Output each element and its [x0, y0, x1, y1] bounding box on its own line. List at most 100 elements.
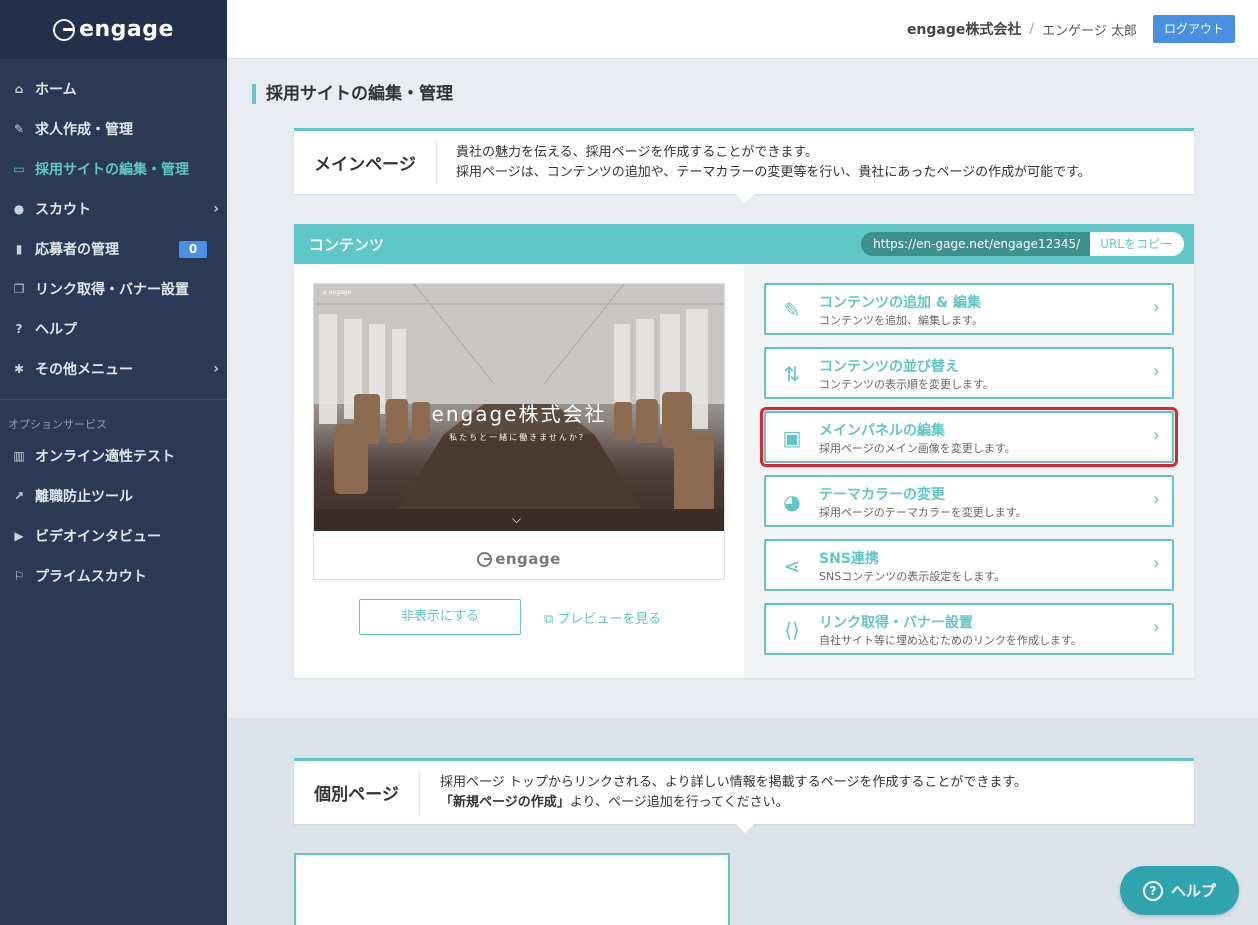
- action-subtitle: コンテンツを追加、編集します。: [819, 314, 983, 327]
- individual-page-label: 個別ページ: [314, 785, 399, 805]
- main-page-label: メインページ: [314, 155, 416, 175]
- new-page-emphasis: 「新規ページの作成」: [440, 795, 570, 810]
- company-name: engage株式会社: [906, 22, 1022, 38]
- action-button[interactable]: ◕ テーマカラーの変更 採用ページのテーマカラーを変更します。 ›: [764, 475, 1174, 527]
- sidebar-item-label: 求人作成・管理: [35, 122, 133, 138]
- action-button[interactable]: ⇅ コンテンツの並び替え コンテンツの表示順を変更します。 ›: [764, 347, 1174, 399]
- engage-logo-icon: [477, 551, 493, 567]
- copy-url-button[interactable]: URLをコピー: [1090, 232, 1184, 256]
- link-file-icon: ❐: [13, 282, 25, 296]
- sidebar-item[interactable]: ✎ 求人作成・管理: [0, 109, 227, 149]
- action-title: コンテンツの並び替え: [819, 359, 959, 375]
- individual-page-info: 個別ページ 採用ページ トップからリンクされる、より詳しい情報を掲載するページを…: [294, 758, 1194, 833]
- sidebar-item-label: その他メニュー: [35, 362, 133, 378]
- user-name: エンゲージ 太郎: [1042, 23, 1137, 39]
- action-button[interactable]: ▣ メインパネルの編集採用ページのメイン画像を変更します。 ›: [760, 407, 1178, 467]
- main-page-section: 採用サイトの編集・管理 メインページ 貴社の魅力を伝える、採用ページを作成するこ…: [227, 60, 1258, 718]
- pointer-arrow: [736, 194, 754, 203]
- main-panel-image: ≡ engage engage株式会社 私たちと一緒に働きませんか？ ⌵: [314, 284, 724, 531]
- sidebar-item[interactable]: ▶ ビデオインタビュー: [0, 516, 227, 556]
- main-page-description: 貴社の魅力を伝える、採用ページを作成することができます。 採用ページは、コンテン…: [456, 143, 1091, 183]
- description-line: 貴社の魅力を伝える、採用ページを作成することができます。: [456, 145, 819, 160]
- main-page-info: メインページ 貴社の魅力を伝える、採用ページを作成することができます。 採用ペー…: [294, 128, 1194, 203]
- action-title: コンテンツの追加 & 編集: [819, 295, 981, 311]
- individual-page-description: 採用ページ トップからリンクされる、より詳しい情報を掲載するページを作成すること…: [440, 773, 1027, 813]
- bar-chart-icon: ▥: [13, 449, 25, 463]
- preview-tagline: 私たちと一緒に働きませんか？: [449, 433, 589, 442]
- home-icon: ⌂: [14, 82, 24, 96]
- action-title: SNS連携: [819, 551, 879, 567]
- gear-icon: ✱: [13, 362, 25, 376]
- url-box: https://en-gage.net/engage12345/ URLをコピー: [861, 232, 1184, 256]
- sidebar-divider: [0, 399, 227, 400]
- preview-link[interactable]: ⧉ プレビューを見る: [544, 608, 661, 627]
- sidebar-item-label: スカウト: [35, 202, 91, 218]
- contents-header: コンテンツ https://en-gage.net/engage12345/ U…: [294, 224, 1194, 264]
- chevron-right-icon: ›: [1152, 361, 1160, 382]
- question-icon: ?: [15, 322, 23, 336]
- site-url[interactable]: https://en-gage.net/engage12345/: [861, 232, 1091, 256]
- logo-text: engage: [79, 17, 174, 42]
- sidebar-item[interactable]: ↗ 離職防止ツール: [0, 476, 227, 516]
- option-services-nav: ▥ オンライン適性テスト ↗ 離職防止ツール ▶ ビデオインタビュー ⚐ プライムスカウト: [0, 436, 227, 596]
- chevron-right-icon: ›: [1152, 425, 1160, 446]
- preview-link-label: プレビューを見る: [557, 612, 662, 627]
- engage-logo-icon: [53, 18, 76, 41]
- line-chart-icon: ↗: [13, 489, 25, 503]
- option-services-heading: オプションサービス: [8, 418, 107, 431]
- new-page-card[interactable]: [294, 853, 730, 925]
- action-button[interactable]: ✎ コンテンツの追加 & 編集 コンテンツを追加、編集します。 ›: [764, 283, 1174, 335]
- help-button-label: ヘルプ: [1170, 882, 1216, 900]
- chevron-down-icon: ⌵: [512, 512, 522, 526]
- sidebar-item-label: オンライン適性テスト: [35, 449, 175, 465]
- logout-button[interactable]: ログアウト: [1152, 15, 1235, 43]
- sidebar-item[interactable]: ⌂ ホーム: [0, 69, 227, 109]
- contents-title: コンテンツ: [309, 236, 385, 254]
- chevron-right-icon: ›: [213, 201, 219, 217]
- panel-icon: ▣: [782, 426, 802, 450]
- site-preview[interactable]: ≡ engage engage株式会社 私たちと一緒に働きませんか？ ⌵ eng…: [313, 283, 725, 580]
- sidebar-item[interactable]: ● スカウト ›: [0, 189, 227, 229]
- page-title: 採用サイトの編集・管理: [252, 84, 453, 104]
- sidebar-item-label: プライムスカウト: [35, 569, 147, 585]
- preview-topbar-text: ≡ engage: [322, 289, 352, 296]
- hide-button[interactable]: 非表示にする: [359, 599, 521, 635]
- share-icon: ⋖: [783, 554, 801, 578]
- applicant-icon: ▮: [15, 242, 23, 256]
- pencil-icon: ✎: [783, 298, 801, 322]
- count-badge: 0: [179, 241, 207, 258]
- sidebar-nav: ⌂ ホーム ✎ 求人作成・管理 ▭ 採用サイトの編集・管理 ● スカウト › ▮ 応募者の管理 0 ❐ リ…: [0, 59, 227, 389]
- person-icon: ●: [13, 202, 25, 216]
- monitor-icon: ▭: [13, 162, 25, 176]
- chevron-right-icon: ›: [213, 361, 219, 377]
- sidebar-item[interactable]: ▥ オンライン適性テスト: [0, 436, 227, 476]
- action-subtitle: SNSコンテンツの表示設定をします。: [819, 570, 1006, 583]
- sidebar-item-label: 離職防止ツール: [35, 489, 133, 505]
- divider: [419, 771, 420, 814]
- action-button[interactable]: ⋖ SNS連携 SNSコンテンツの表示設定をします。 ›: [764, 539, 1174, 591]
- description-line: 採用ページは、コンテンツの追加や、テーマカラーの変更等を行い、貴社にあったページ…: [456, 165, 1091, 180]
- sidebar-item[interactable]: ❐ リンク取得・バナー設置: [0, 269, 227, 309]
- action-subtitle: 採用ページのメイン画像を変更します。: [819, 442, 1016, 455]
- sidebar-item[interactable]: ▭ 採用サイトの編集・管理: [0, 149, 227, 189]
- individual-page-section: 個別ページ 採用ページ トップからリンクされる、より詳しい情報を掲載するページを…: [227, 718, 1258, 925]
- help-button[interactable]: ? ヘルプ: [1120, 866, 1239, 915]
- sidebar-item-label: ホーム: [35, 82, 77, 98]
- sidebar-item[interactable]: ✱ その他メニュー ›: [0, 349, 227, 389]
- engage-logo[interactable]: engage: [0, 0, 227, 59]
- edit-icon: ✎: [13, 122, 25, 136]
- chevron-right-icon: ›: [1152, 617, 1160, 638]
- chevron-right-icon: ›: [1152, 489, 1160, 510]
- sidebar-item[interactable]: ⚐ プライムスカウト: [0, 556, 227, 596]
- actions-area: ✎ コンテンツの追加 & 編集 コンテンツを追加、編集します。 › ⇅ コンテンツの並び替…: [744, 264, 1194, 678]
- sidebar: engage ⌂ ホーム ✎ 求人作成・管理 ▭ 採用サイトの編集・管理 ● スカウト › ▮ 応募…: [0, 0, 227, 925]
- sort-icon: ⇅: [783, 362, 801, 386]
- action-button[interactable]: ⟨⟩ リンク取得・バナー設置 自社サイト等に埋め込むためのリンクを作成します。 ›: [764, 603, 1174, 655]
- palette-icon: ◕: [783, 490, 801, 514]
- sidebar-item-label: リンク取得・バナー設置: [35, 282, 189, 298]
- chevron-right-icon: ›: [1152, 553, 1160, 574]
- pointer-arrow: [736, 824, 754, 833]
- action-title: メインパネルの編集: [819, 423, 945, 439]
- sidebar-item[interactable]: ? ヘルプ: [0, 309, 227, 349]
- sidebar-item[interactable]: ▮ 応募者の管理 0: [0, 229, 227, 269]
